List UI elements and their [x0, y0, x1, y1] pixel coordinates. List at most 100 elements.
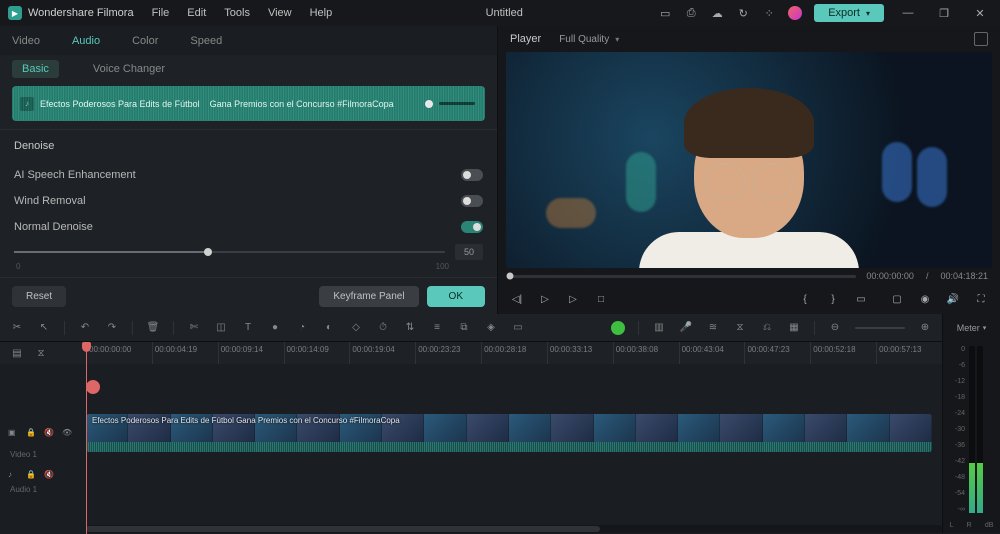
audio-track-icon[interactable]: ♪ [8, 470, 18, 480]
detach-icon[interactable]: ⇅ [403, 321, 417, 335]
color-icon[interactable]: ◐ [322, 321, 336, 335]
audio-mute-icon[interactable]: 🔇 [44, 470, 54, 480]
undo-icon[interactable]: ↶ [78, 321, 92, 335]
record-icon[interactable]: ● [268, 321, 282, 335]
tab-audio[interactable]: Audio [72, 35, 100, 47]
fullscreen-icon[interactable]: ⛶ [974, 292, 988, 306]
split-icon[interactable]: ✄ [187, 321, 201, 335]
opt-ai-speech-label: AI Speech Enhancement [14, 169, 136, 181]
close-button[interactable]: ✕ [968, 3, 992, 23]
link-icon[interactable]: ⎌ [760, 321, 774, 335]
timeline-marker[interactable] [86, 380, 100, 394]
clip-title-2: Gana Premios con el Concurso #FilmoraCop… [210, 99, 394, 109]
denoise-slider[interactable] [14, 251, 445, 253]
cloud-icon[interactable]: ☁ [710, 6, 724, 20]
quality-dropdown[interactable]: Full Quality [559, 34, 619, 45]
timeline-panel: ✂ ↖ ↶ ↷ 🗑 ✄ ◫ T ● ◔ ◐ ◇ ⏱ ⇅ ≡ ⧉ ◈ ▭ ▥ 🎤 [0, 314, 942, 533]
track-icon[interactable]: ▭ [511, 321, 525, 335]
render-status-icon[interactable] [611, 321, 625, 335]
video-track-icon[interactable]: ▣ [8, 428, 18, 438]
clip-title-1: Efectos Poderosos Para Edits de Fútbol [40, 99, 200, 109]
toggle-ai-speech[interactable] [461, 169, 483, 181]
clip-volume-knob[interactable] [425, 100, 475, 108]
minimize-button[interactable]: — [896, 3, 920, 23]
audio-stretch-icon[interactable]: ≋ [706, 321, 720, 335]
menu-edit[interactable]: Edit [187, 7, 206, 19]
tab-speed[interactable]: Speed [190, 35, 222, 47]
meter-right [977, 346, 983, 513]
timeline-settings-icon[interactable]: ▤ [10, 346, 24, 360]
menu-view[interactable]: View [268, 7, 292, 19]
timeline-link-icon[interactable]: ⧖ [34, 346, 48, 360]
menu-file[interactable]: File [152, 7, 170, 19]
time-ruler[interactable]: 00:00:00:00 00:00:04:19 00:00:09:14 00:0… [86, 342, 942, 364]
toggle-wind-removal[interactable] [461, 195, 483, 207]
video-preview[interactable] [506, 52, 992, 268]
volume-icon[interactable]: 🔊 [946, 292, 960, 306]
audio-clip-preview[interactable]: ♪ Efectos Poderosos Para Edits de Fútbol… [12, 86, 485, 121]
mixer-icon[interactable]: ▥ [652, 321, 666, 335]
scrub-bar[interactable] [510, 275, 856, 278]
marker-icon[interactable]: ◈ [484, 321, 498, 335]
edit-tools-icon[interactable]: ✂ [10, 321, 24, 335]
toggle-normal-denoise[interactable] [461, 221, 483, 233]
keyframe-icon[interactable]: ◇ [349, 321, 363, 335]
mark-out-icon[interactable]: } [826, 292, 840, 306]
audio-lock-icon[interactable]: 🔒 [26, 470, 36, 480]
magnetic-icon[interactable]: ⧖ [733, 321, 747, 335]
playhead[interactable] [86, 342, 87, 534]
menu-tools[interactable]: Tools [224, 7, 250, 19]
delete-icon[interactable]: 🗑 [146, 321, 160, 335]
snapshot-icon[interactable]: ◉ [918, 292, 932, 306]
adjust-icon[interactable]: ≡ [430, 321, 444, 335]
play-backward-icon[interactable]: ▷ [538, 292, 552, 306]
app-name: Wondershare Filmora [28, 7, 134, 19]
keyframe-panel-button[interactable]: Keyframe Panel [319, 286, 418, 307]
voiceover-icon[interactable]: 🎤 [679, 321, 693, 335]
speed-icon[interactable]: ◔ [295, 321, 309, 335]
lock-icon[interactable]: 🔒 [26, 428, 36, 438]
mark-in-icon[interactable]: { [798, 292, 812, 306]
display-icon[interactable]: ▢ [890, 292, 904, 306]
snapshot-area-icon[interactable] [974, 32, 988, 46]
zoom-in-icon[interactable]: ⊕ [918, 321, 932, 335]
play-icon[interactable]: ▷ [566, 292, 580, 306]
opt-ai-speech: AI Speech Enhancement [0, 162, 497, 188]
selection-icon[interactable]: ↖ [37, 321, 51, 335]
layout-icon[interactable]: ▭ [658, 6, 672, 20]
zoom-slider[interactable] [855, 327, 905, 329]
crop-icon[interactable]: ◫ [214, 321, 228, 335]
export-button[interactable]: Export▾ [814, 4, 884, 22]
redo-icon[interactable]: ↷ [105, 321, 119, 335]
subtab-voice-changer[interactable]: Voice Changer [83, 60, 175, 78]
apps-icon[interactable]: ⁘ [762, 6, 776, 20]
ok-button[interactable]: OK [427, 286, 485, 307]
denoise-header[interactable]: Denoise [0, 129, 497, 162]
timeline-scrollbar[interactable] [0, 525, 942, 533]
mute-icon[interactable]: 🔇 [44, 428, 54, 438]
properties-panel: Video Audio Color Speed Basic Voice Chan… [0, 26, 498, 314]
clip-icon[interactable]: ▭ [854, 292, 868, 306]
tab-color[interactable]: Color [132, 35, 158, 47]
zoom-out-icon[interactable]: ⊖ [828, 321, 842, 335]
save-icon[interactable]: ⎙ [684, 6, 698, 20]
prev-frame-icon[interactable]: ◁| [510, 292, 524, 306]
snap-icon[interactable]: ▦ [787, 321, 801, 335]
menu-help[interactable]: Help [310, 7, 333, 19]
time-separator: / [926, 271, 929, 281]
user-avatar[interactable] [788, 6, 802, 20]
maximize-button[interactable]: ❐ [932, 3, 956, 23]
visibility-icon[interactable]: 👁 [62, 428, 72, 438]
text-icon[interactable]: T [241, 321, 255, 335]
refresh-icon[interactable]: ↻ [736, 6, 750, 20]
denoise-slider-row: 50 [0, 240, 497, 262]
tab-video[interactable]: Video [12, 35, 40, 47]
subtab-basic[interactable]: Basic [12, 60, 59, 78]
meter-label[interactable]: Meter [943, 314, 1000, 342]
group-icon[interactable]: ⧉ [457, 321, 471, 335]
stop-icon[interactable]: □ [594, 292, 608, 306]
timer-icon[interactable]: ⏱ [376, 321, 390, 335]
reset-button[interactable]: Reset [12, 286, 66, 307]
denoise-value[interactable]: 50 [455, 244, 483, 260]
audio-meters: Meter 0-6-12 -18-24-30 -36-42-48 -54-∞ L… [942, 314, 1000, 533]
